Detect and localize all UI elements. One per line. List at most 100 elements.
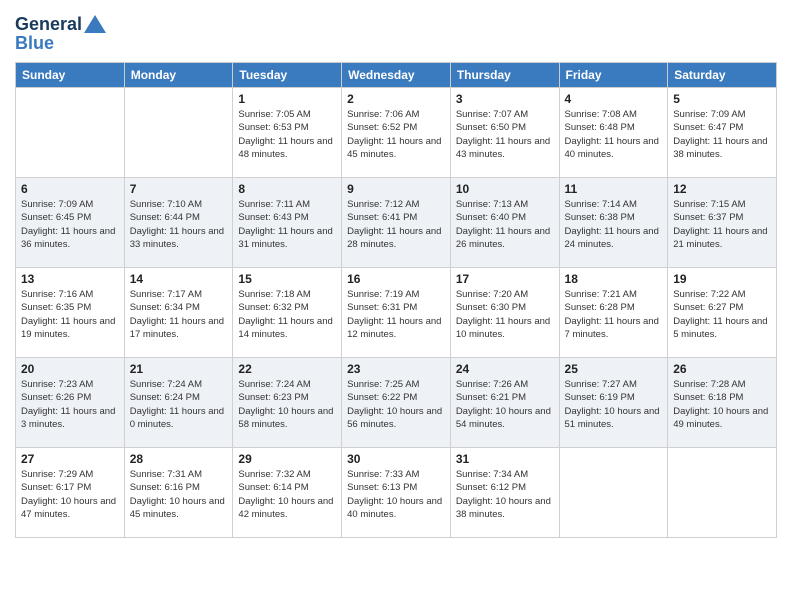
day-number: 27 [21,452,119,466]
day-info: Sunrise: 7:16 AMSunset: 6:35 PMDaylight:… [21,288,119,341]
weekday-header-friday: Friday [559,63,668,88]
day-number: 12 [673,182,771,196]
calendar-cell: 17 Sunrise: 7:20 AMSunset: 6:30 PMDayligh… [450,268,559,358]
day-number: 21 [130,362,228,376]
calendar-cell: 26 Sunrise: 7:28 AMSunset: 6:18 PMDayligh… [668,358,777,448]
day-info: Sunrise: 7:25 AMSunset: 6:22 PMDaylight:… [347,378,445,431]
day-number: 14 [130,272,228,286]
calendar-cell: 14 Sunrise: 7:17 AMSunset: 6:34 PMDayligh… [124,268,233,358]
day-info: Sunrise: 7:26 AMSunset: 6:21 PMDaylight:… [456,378,554,431]
day-number: 8 [238,182,336,196]
day-number: 24 [456,362,554,376]
calendar-cell: 28 Sunrise: 7:31 AMSunset: 6:16 PMDayligh… [124,448,233,538]
day-info: Sunrise: 7:14 AMSunset: 6:38 PMDaylight:… [565,198,663,251]
day-number: 9 [347,182,445,196]
calendar-cell: 20 Sunrise: 7:23 AMSunset: 6:26 PMDayligh… [16,358,125,448]
day-number: 5 [673,92,771,106]
day-number: 25 [565,362,663,376]
weekday-header-saturday: Saturday [668,63,777,88]
day-number: 30 [347,452,445,466]
calendar-page: General Blue SundayMondayTuesdayWednesda… [0,0,792,612]
calendar-cell: 21 Sunrise: 7:24 AMSunset: 6:24 PMDayligh… [124,358,233,448]
calendar-cell: 18 Sunrise: 7:21 AMSunset: 6:28 PMDayligh… [559,268,668,358]
day-number: 17 [456,272,554,286]
weekday-header-row: SundayMondayTuesdayWednesdayThursdayFrid… [16,63,777,88]
day-number: 20 [21,362,119,376]
day-info: Sunrise: 7:11 AMSunset: 6:43 PMDaylight:… [238,198,336,251]
day-number: 18 [565,272,663,286]
calendar-cell: 4 Sunrise: 7:08 AMSunset: 6:48 PMDaylight… [559,88,668,178]
day-info: Sunrise: 7:21 AMSunset: 6:28 PMDaylight:… [565,288,663,341]
day-info: Sunrise: 7:27 AMSunset: 6:19 PMDaylight:… [565,378,663,431]
day-number: 16 [347,272,445,286]
day-number: 13 [21,272,119,286]
day-info: Sunrise: 7:09 AMSunset: 6:45 PMDaylight:… [21,198,119,251]
logo: General Blue [15,10,106,54]
day-number: 7 [130,182,228,196]
calendar-cell: 13 Sunrise: 7:16 AMSunset: 6:35 PMDayligh… [16,268,125,358]
weekday-header-thursday: Thursday [450,63,559,88]
day-number: 19 [673,272,771,286]
calendar-cell: 5Sunrise: 7:09 AMSunset: 6:47 PMDaylight… [668,88,777,178]
day-info: Sunrise: 7:31 AMSunset: 6:16 PMDaylight:… [130,468,228,521]
day-info: Sunrise: 7:12 AMSunset: 6:41 PMDaylight:… [347,198,445,251]
week-row-2: 6 Sunrise: 7:09 AMSunset: 6:45 PMDaylight… [16,178,777,268]
calendar-cell: 30 Sunrise: 7:33 AMSunset: 6:13 PMDayligh… [342,448,451,538]
page-header: General Blue [15,10,777,54]
calendar-table: SundayMondayTuesdayWednesdayThursdayFrid… [15,62,777,538]
logo-text: General [15,14,106,35]
calendar-cell [16,88,125,178]
day-info: Sunrise: 7:06 AMSunset: 6:52 PMDaylight:… [347,108,445,161]
calendar-cell: 22 Sunrise: 7:24 AMSunset: 6:23 PMDayligh… [233,358,342,448]
calendar-cell: 31 Sunrise: 7:34 AMSunset: 6:12 PMDayligh… [450,448,559,538]
calendar-cell: 19Sunrise: 7:22 AMSunset: 6:27 PMDayligh… [668,268,777,358]
day-info: Sunrise: 7:17 AMSunset: 6:34 PMDaylight:… [130,288,228,341]
day-info: Sunrise: 7:19 AMSunset: 6:31 PMDaylight:… [347,288,445,341]
calendar-cell: 24 Sunrise: 7:26 AMSunset: 6:21 PMDayligh… [450,358,559,448]
day-number: 23 [347,362,445,376]
logo-blue: Blue [15,33,106,54]
day-number: 28 [130,452,228,466]
calendar-cell: 3Sunrise: 7:07 AMSunset: 6:50 PMDaylight… [450,88,559,178]
day-number: 31 [456,452,554,466]
day-info: Sunrise: 7:10 AMSunset: 6:44 PMDaylight:… [130,198,228,251]
day-info: Sunrise: 7:23 AMSunset: 6:26 PMDaylight:… [21,378,119,431]
calendar-cell: 11 Sunrise: 7:14 AMSunset: 6:38 PMDayligh… [559,178,668,268]
calendar-cell: 1Sunrise: 7:05 AMSunset: 6:53 PMDaylight… [233,88,342,178]
day-number: 6 [21,182,119,196]
day-number: 26 [673,362,771,376]
day-info: Sunrise: 7:15 AMSunset: 6:37 PMDaylight:… [673,198,771,251]
day-number: 22 [238,362,336,376]
calendar-cell: 23 Sunrise: 7:25 AMSunset: 6:22 PMDayligh… [342,358,451,448]
day-number: 10 [456,182,554,196]
week-row-5: 27 Sunrise: 7:29 AMSunset: 6:17 PMDayligh… [16,448,777,538]
day-number: 11 [565,182,663,196]
calendar-cell: 12 Sunrise: 7:15 AMSunset: 6:37 PMDayligh… [668,178,777,268]
day-number: 15 [238,272,336,286]
calendar-cell: 27 Sunrise: 7:29 AMSunset: 6:17 PMDayligh… [16,448,125,538]
day-number: 29 [238,452,336,466]
calendar-cell: 2 Sunrise: 7:06 AMSunset: 6:52 PMDaylight… [342,88,451,178]
day-info: Sunrise: 7:24 AMSunset: 6:23 PMDaylight:… [238,378,336,431]
day-info: Sunrise: 7:34 AMSunset: 6:12 PMDaylight:… [456,468,554,521]
day-info: Sunrise: 7:08 AMSunset: 6:48 PMDaylight:… [565,108,663,161]
weekday-header-monday: Monday [124,63,233,88]
weekday-header-wednesday: Wednesday [342,63,451,88]
week-row-1: 1Sunrise: 7:05 AMSunset: 6:53 PMDaylight… [16,88,777,178]
day-info: Sunrise: 7:28 AMSunset: 6:18 PMDaylight:… [673,378,771,431]
day-number: 4 [565,92,663,106]
weekday-header-sunday: Sunday [16,63,125,88]
calendar-cell: 6 Sunrise: 7:09 AMSunset: 6:45 PMDaylight… [16,178,125,268]
day-number: 1 [238,92,336,106]
day-info: Sunrise: 7:29 AMSunset: 6:17 PMDaylight:… [21,468,119,521]
day-info: Sunrise: 7:32 AMSunset: 6:14 PMDaylight:… [238,468,336,521]
day-info: Sunrise: 7:33 AMSunset: 6:13 PMDaylight:… [347,468,445,521]
calendar-cell: 29 Sunrise: 7:32 AMSunset: 6:14 PMDayligh… [233,448,342,538]
day-number: 3 [456,92,554,106]
calendar-cell: 15Sunrise: 7:18 AMSunset: 6:32 PMDayligh… [233,268,342,358]
day-info: Sunrise: 7:24 AMSunset: 6:24 PMDaylight:… [130,378,228,431]
day-info: Sunrise: 7:13 AMSunset: 6:40 PMDaylight:… [456,198,554,251]
calendar-cell: 9 Sunrise: 7:12 AMSunset: 6:41 PMDaylight… [342,178,451,268]
day-number: 2 [347,92,445,106]
day-info: Sunrise: 7:20 AMSunset: 6:30 PMDaylight:… [456,288,554,341]
